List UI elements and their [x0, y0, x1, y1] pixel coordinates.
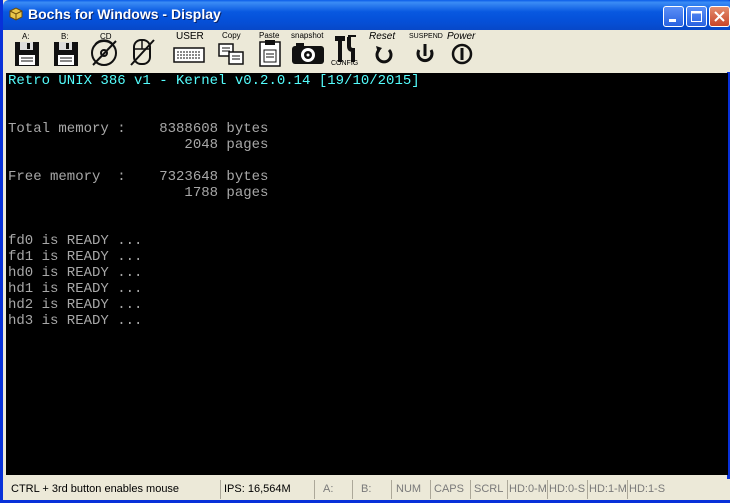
config-button[interactable]: CONFIG	[329, 32, 363, 70]
drive-status-hd3: hd3 is READY ...	[8, 313, 143, 329]
camera-icon	[292, 43, 324, 64]
floppy-disk-icon	[15, 42, 39, 66]
status-caps-lock: CAPS	[430, 480, 468, 499]
power-button[interactable]: Power	[446, 31, 480, 70]
drive-status-hd0: hd0 is READY ...	[8, 265, 143, 281]
suspend-icon	[416, 44, 434, 63]
suspend-button[interactable]: SUSPEND	[407, 32, 443, 70]
cdrom-disabled-icon	[91, 39, 117, 66]
paste-button[interactable]: Paste	[255, 31, 285, 70]
close-button[interactable]	[709, 6, 730, 27]
toolbar: A: B: CD USER Copy Paste snapshot CONFIG…	[6, 30, 730, 72]
maximize-icon	[691, 11, 702, 22]
title-bar[interactable]: Bochs for Windows - Display	[3, 0, 730, 30]
reset-button[interactable]: Reset	[367, 31, 401, 70]
mouse-toggle-button[interactable]	[126, 32, 158, 70]
emulator-display[interactable]: Retro UNIX 386 v1 - Kernel v0.2.0.14 [19…	[6, 73, 728, 475]
status-hd1-slave: HD:1-S	[627, 480, 667, 499]
total-memory-pages: 2048 pages	[8, 137, 269, 153]
status-hd1-master: HD:1-M	[587, 480, 627, 499]
floppy-disk-icon	[54, 42, 78, 66]
drive-status-hd2: hd2 is READY ...	[8, 297, 143, 313]
paste-icon	[259, 40, 281, 67]
mouse-disabled-icon	[130, 39, 155, 66]
free-memory-pages: 1788 pages	[8, 185, 269, 201]
kernel-banner: Retro UNIX 386 v1 - Kernel v0.2.0.14 [19…	[8, 73, 420, 89]
close-icon	[714, 11, 725, 22]
config-label: CONFIG	[331, 60, 359, 67]
status-hd0-slave: HD:0-S	[547, 480, 587, 499]
window-title: Bochs for Windows - Display	[28, 6, 221, 22]
cdrom-button[interactable]: CD	[88, 32, 120, 70]
status-message: CTRL + 3rd button enables mouse	[11, 483, 180, 495]
copy-button[interactable]: Copy	[216, 31, 246, 70]
keyboard-icon	[173, 47, 205, 63]
total-memory-bytes: Total memory : 8388608 bytes	[8, 121, 269, 137]
floppy-a-button[interactable]: A:	[11, 32, 41, 70]
status-ips: IPS: 16,564M	[220, 480, 312, 499]
user-button[interactable]: USER	[172, 31, 206, 70]
bochs-window: Bochs for Windows - Display A: B: CD USE…	[0, 0, 730, 503]
status-hd0-master: HD:0-M	[507, 480, 547, 499]
snapshot-button[interactable]: snapshot	[289, 31, 327, 70]
status-scroll-lock: SCRL	[470, 480, 506, 499]
status-bar: CTRL + 3rd button enables mouse IPS: 16,…	[6, 479, 730, 500]
bochs-app-icon[interactable]	[8, 6, 24, 22]
status-num-lock: NUM	[391, 480, 427, 499]
drive-status-fd1: fd1 is READY ...	[8, 249, 143, 265]
reset-icon	[375, 46, 393, 64]
drive-status-hd1: hd1 is READY ...	[8, 281, 143, 297]
status-floppy-a: A:	[314, 480, 344, 499]
minimize-button[interactable]	[663, 6, 684, 27]
floppy-b-button[interactable]: B:	[50, 32, 80, 70]
free-memory-bytes: Free memory : 7323648 bytes	[8, 169, 269, 185]
status-floppy-b: B:	[352, 480, 382, 499]
maximize-button[interactable]	[686, 6, 707, 27]
drive-status-fd0: fd0 is READY ...	[8, 233, 143, 249]
copy-icon	[218, 43, 244, 65]
minimize-icon	[669, 19, 676, 22]
power-icon	[451, 43, 473, 65]
